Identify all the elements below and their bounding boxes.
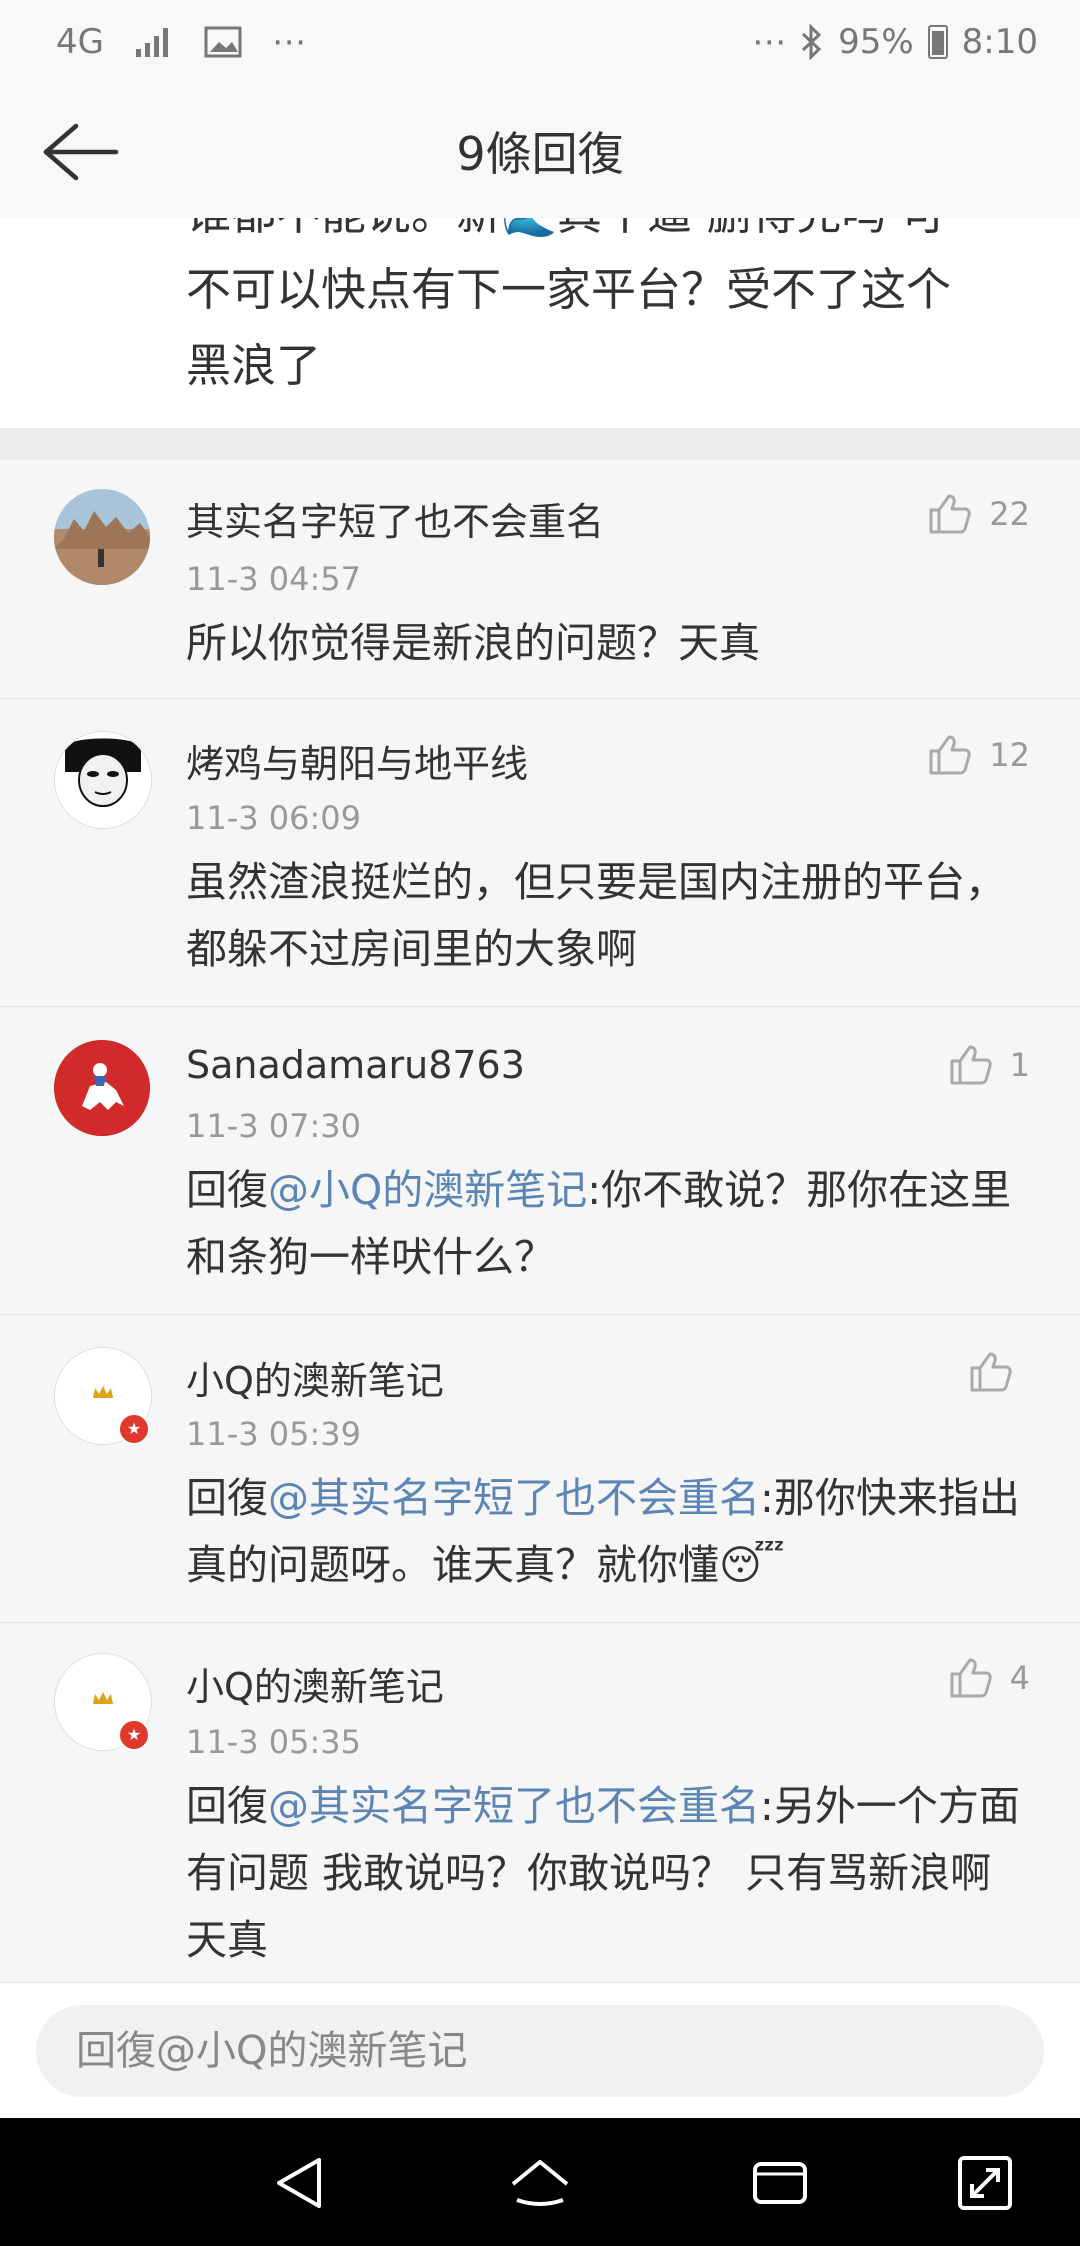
more-icon: ⋯ — [752, 22, 787, 62]
comment-item: ★ 小Q的澳新笔记 11-3 05:39 回復@其实名字短了也不会重名:那你快来… — [0, 1315, 1080, 1623]
status-bar: 4G ⋯ ⋯ 95% 8:10 — [0, 0, 1080, 90]
section-divider — [0, 428, 1080, 460]
nav-home-icon[interactable] — [505, 2148, 575, 2218]
thumbs-up-icon — [929, 735, 972, 775]
like-button[interactable]: 1 — [946, 1041, 1030, 1089]
reply-bar: 回復@小Q的澳新笔记 — [0, 1982, 1080, 2119]
mention-link[interactable]: @其实名字短了也不会重名 — [268, 1474, 760, 1522]
comment-time: 11-3 05:39 — [186, 1415, 362, 1453]
comment-list[interactable]: 其实名字短了也不会重名 11-3 04:57 22 所以你觉得是新浪的问题？天真… — [0, 460, 1080, 1982]
signal-icon — [135, 28, 168, 57]
comment-username[interactable]: 其实名字短了也不会重名 — [186, 491, 604, 546]
battery-percent: 95% — [838, 22, 914, 62]
mention-link[interactable]: @小Q的澳新笔记 — [268, 1166, 587, 1214]
like-button[interactable]: 12 — [925, 731, 1030, 779]
comment-username[interactable]: 小Q的澳新笔记 — [186, 1656, 444, 1711]
verified-badge-icon: ★ — [118, 1413, 150, 1445]
comment-item: Sanadamaru8763 11-3 07:30 1 回復@小Q的澳新笔记:你… — [0, 1007, 1080, 1315]
comment-time: 11-3 06:09 — [186, 799, 362, 837]
reply-prefix: 回復 — [186, 1782, 268, 1830]
thumbs-up-icon — [970, 1352, 1012, 1392]
like-button[interactable]: 22 — [925, 490, 1030, 538]
avatar[interactable] — [54, 1040, 150, 1136]
network-label: 4G — [56, 22, 104, 62]
comment-item: ★ 小Q的澳新笔记 11-3 05:35 4 回復@其实名字短了也不会重名:另外… — [0, 1623, 1080, 1982]
post-line: 谁都不能说。新🌊真牛逼 删得完吗 可 — [186, 218, 1026, 252]
nav-recents-icon[interactable] — [745, 2148, 815, 2218]
header: 9條回復 — [0, 90, 1080, 219]
verified-badge-icon: ★ — [118, 1719, 150, 1751]
nav-back-icon[interactable] — [265, 2148, 335, 2218]
reply-input[interactable]: 回復@小Q的澳新笔记 — [36, 2005, 1044, 2097]
avatar[interactable] — [54, 731, 152, 829]
comment-username[interactable]: 烤鸡与朝阳与地平线 — [186, 733, 528, 788]
comment-time: 11-3 05:35 — [186, 1723, 362, 1761]
like-count: 1 — [1009, 1046, 1030, 1084]
comment-time: 11-3 07:30 — [186, 1107, 362, 1145]
comment-username[interactable]: 小Q的澳新笔记 — [186, 1350, 444, 1405]
original-post-tail: 谁都不能说。新🌊真牛逼 删得完吗 可 不可以快点有下一家平台？受不了这个 黑浪了 — [0, 218, 1080, 428]
clock: 8:10 — [961, 22, 1038, 62]
thumbs-up-icon — [950, 1045, 992, 1085]
status-left: 4G ⋯ — [56, 22, 306, 62]
like-count: 4 — [1009, 1659, 1030, 1697]
comment-text: 虽然渣浪挺烂的，但只要是国内注册的平台，都躲不过房间里的大象啊 — [186, 858, 1006, 973]
reply-prefix: 回復 — [186, 1166, 268, 1214]
status-right: ⋯ 95% 8:10 — [752, 22, 1038, 62]
battery-icon — [927, 25, 948, 59]
comment-time: 11-3 04:57 — [186, 560, 362, 598]
comment-item: 其实名字短了也不会重名 11-3 04:57 22 所以你觉得是新浪的问题？天真 — [0, 460, 1080, 699]
thumbs-up-icon — [950, 1658, 992, 1698]
like-count: 22 — [989, 495, 1030, 533]
post-line: 不可以快点有下一家平台？受不了这个 — [186, 263, 952, 316]
mention-link[interactable]: @其实名字短了也不会重名 — [268, 1782, 760, 1830]
page-title: 9條回復 — [456, 127, 624, 181]
comment-text: 所以你觉得是新浪的问题？天真 — [186, 619, 760, 667]
comment-text: 回復@小Q的澳新笔记:你不敢说？那你在这里和条狗一样吠什么？ — [186, 1157, 1026, 1291]
nav-fullscreen-icon[interactable] — [950, 2148, 1020, 2218]
gallery-icon — [204, 26, 242, 58]
more-notifications-icon: ⋯ — [271, 22, 306, 62]
comment-text: 回復@其实名字短了也不会重名:另外一个方面有问题 我敢说吗？你敢说吗？ 只有骂新… — [186, 1773, 1026, 1974]
thumbs-up-icon — [929, 494, 972, 534]
comment-text: 回復@其实名字短了也不会重名:那你快来指出真的问题呀。谁天真？就你懂😴 — [186, 1465, 1026, 1599]
like-button[interactable] — [966, 1348, 1030, 1396]
comment-item: 烤鸡与朝阳与地平线 11-3 06:09 12 虽然渣浪挺烂的，但只要是国内注册… — [0, 699, 1080, 1007]
original-post-text: 谁都不能说。新🌊真牛逼 删得完吗 可 不可以快点有下一家平台？受不了这个 黑浪了 — [186, 218, 1026, 404]
comment-username[interactable]: Sanadamaru8763 — [186, 1043, 525, 1087]
bluetooth-icon — [802, 24, 822, 60]
system-nav-bar — [0, 2118, 1080, 2246]
reply-prefix: 回復 — [186, 1474, 268, 1522]
avatar[interactable] — [54, 489, 150, 585]
post-line: 黑浪了 — [186, 339, 322, 392]
like-count: 12 — [989, 736, 1030, 774]
like-button[interactable]: 4 — [946, 1654, 1030, 1702]
